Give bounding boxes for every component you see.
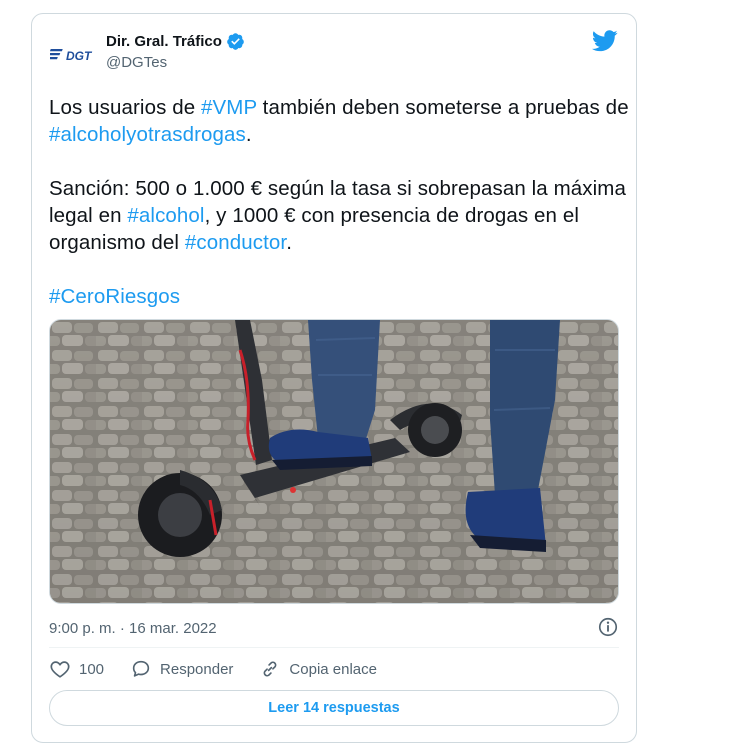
copy-link-button[interactable]: Copia enlace bbox=[259, 658, 377, 680]
tweet-meta: 9:00 p. m. · 16 mar. 2022 bbox=[49, 616, 619, 640]
twitter-bird-icon[interactable] bbox=[592, 30, 618, 52]
tweet-paragraph-2: Sanción: 500 o 1.000 € según la tasa si … bbox=[49, 175, 629, 256]
text-span: . bbox=[286, 231, 292, 254]
text-span: . bbox=[245, 123, 252, 146]
verified-badge-icon bbox=[227, 33, 244, 50]
text-span: también deben someterse a pruebas de bbox=[256, 96, 629, 119]
hashtag-conductor[interactable]: #conductor bbox=[185, 231, 286, 254]
tweet-card: DGT Dir. Gral. Tráfico @DGTes Los usuari… bbox=[31, 13, 637, 743]
like-count: 100 bbox=[79, 660, 105, 678]
copy-link-label: Copia enlace bbox=[289, 660, 377, 678]
user-info[interactable]: Dir. Gral. Tráfico @DGTes bbox=[106, 32, 245, 71]
tweet-actions: 100 Responder Copia enlace bbox=[49, 657, 619, 681]
avatar[interactable]: DGT bbox=[50, 40, 102, 70]
reply-bubble-icon bbox=[132, 660, 150, 677]
read-replies-button[interactable]: Leer 14 respuestas bbox=[49, 690, 619, 726]
hashtag-alcoholyotrasdrogas[interactable]: #alcoholyotrasdrogas bbox=[49, 123, 246, 146]
tweet-header: DGT Dir. Gral. Tráfico @DGTes bbox=[50, 30, 618, 80]
hashtag-ceroriesgos[interactable]: #CeroRiesgos bbox=[49, 285, 180, 308]
reply-button[interactable]: Responder bbox=[130, 658, 233, 680]
heart-icon bbox=[50, 661, 70, 678]
tweet-photo[interactable] bbox=[49, 319, 619, 604]
logo-text: DGT bbox=[66, 49, 93, 63]
info-icon[interactable] bbox=[597, 616, 619, 638]
tweet-text: Los usuarios de #VMP también deben somet… bbox=[49, 94, 629, 310]
display-name[interactable]: Dir. Gral. Tráfico bbox=[106, 33, 222, 50]
link-icon bbox=[264, 661, 277, 677]
dgt-logo-icon: DGT bbox=[50, 49, 93, 63]
hashtag-vmp[interactable]: #VMP bbox=[201, 96, 257, 119]
like-button[interactable]: 100 bbox=[49, 658, 104, 680]
tweet-paragraph-3: #CeroRiesgos bbox=[49, 283, 629, 310]
scooter-photo bbox=[50, 320, 618, 603]
hashtag-alcohol[interactable]: #alcohol bbox=[127, 204, 204, 227]
text-span: Los usuarios de bbox=[49, 96, 202, 119]
user-handle[interactable]: @DGTes bbox=[106, 54, 245, 71]
timestamp[interactable]: 9:00 p. m. · 16 mar. 2022 bbox=[49, 620, 217, 637]
divider bbox=[49, 647, 619, 648]
tweet-paragraph-1: Los usuarios de #VMP también deben somet… bbox=[49, 94, 629, 148]
reply-label: Responder bbox=[160, 660, 234, 678]
